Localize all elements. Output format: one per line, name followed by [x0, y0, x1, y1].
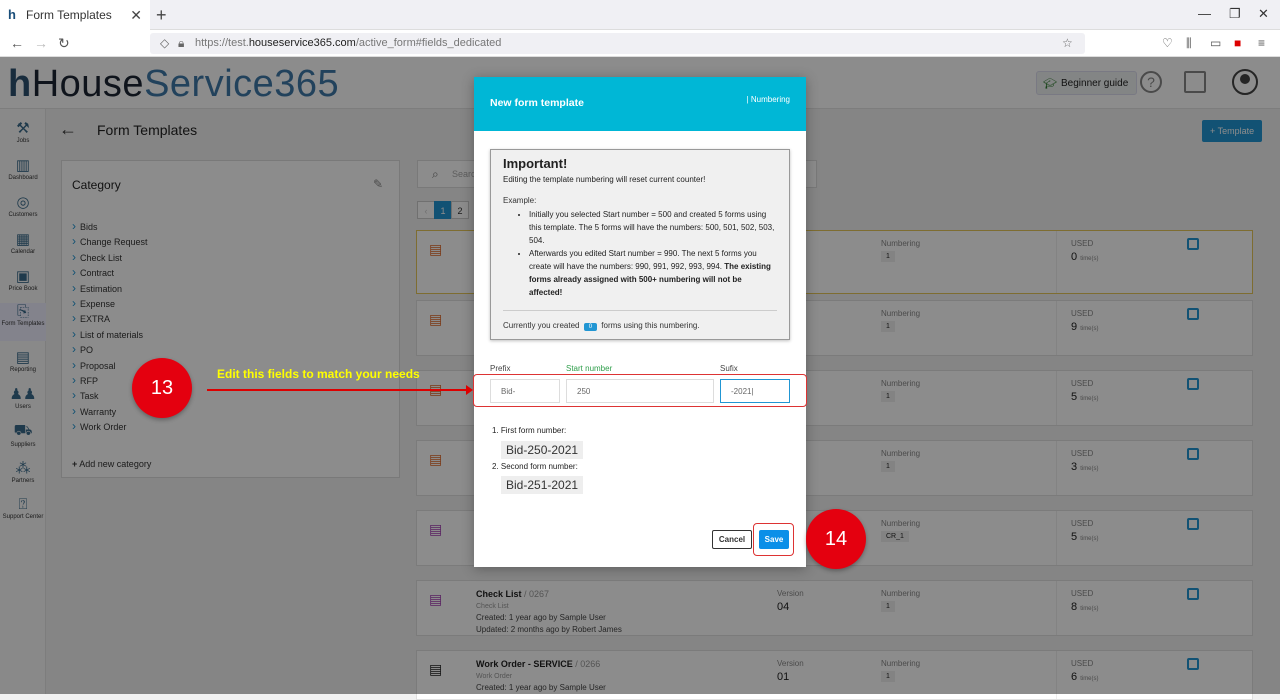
example-list: Initially you selected Start number = 50… [529, 208, 777, 299]
example-label: Example: [503, 196, 537, 205]
browser-tab[interactable]: h Form Templates ✕ [0, 0, 150, 30]
tab-title: Form Templates [26, 8, 112, 22]
new-form-template-modal: New form template | Numbering Important!… [474, 77, 806, 567]
example-bullet: Initially you selected Start number = 50… [529, 208, 777, 247]
modal-title: New form template [490, 97, 584, 109]
url-prefix: https://test. [195, 37, 249, 49]
browser-tabbar: h Form Templates ✕ + — ❐ ✕ [0, 0, 1280, 30]
save-highlight-box [753, 523, 794, 556]
url-field[interactable]: ◇ 🔒︎ https://test.houseservice365.com/ac… [150, 33, 1085, 54]
menu-icon[interactable]: ≡ [1258, 36, 1265, 50]
address-bar: ← → ↻ ◇ 🔒︎ https://test.houseservice365.… [0, 30, 1280, 57]
fields-highlight-box [473, 374, 807, 407]
pocket-icon[interactable]: ♡ [1162, 36, 1173, 50]
example-bullet: Afterwards you edited Start number = 990… [529, 247, 777, 299]
url-path: /active_form#fields_dedicated [355, 37, 502, 49]
shield-icon: ◇ [160, 36, 170, 50]
url-domain: houseservice365.com [248, 37, 356, 49]
step-13-callout: Edit this fields to match your needs [217, 367, 420, 381]
sidebar-icon[interactable]: ▭ [1210, 36, 1221, 50]
extension-icon[interactable]: ■ [1234, 36, 1241, 50]
forward-icon[interactable]: → [34, 35, 48, 51]
suffix-label: Sufix [720, 364, 738, 373]
library-icon[interactable]: ⫼ [1186, 36, 1192, 51]
step-14-marker: 14 [806, 509, 866, 569]
restore-icon[interactable]: ❐ [1229, 6, 1241, 22]
prefix-label: Prefix [490, 364, 511, 373]
minimize-icon[interactable]: — [1198, 6, 1211, 21]
step-13-marker: 13 [132, 358, 192, 418]
close-window-icon[interactable]: ✕ [1258, 6, 1269, 22]
warning-text: Editing the template numbering will rese… [503, 175, 706, 184]
important-notice: Important! Editing the template numberin… [490, 149, 790, 340]
site-favicon-icon: h [8, 7, 16, 22]
created-count-badge: 0 [583, 323, 598, 331]
modal-subtitle: | Numbering [746, 95, 790, 104]
start-number-label: Start number [566, 364, 613, 373]
modal-header: New form template | Numbering [474, 77, 806, 131]
important-title: Important! [503, 156, 568, 171]
reload-icon[interactable]: ↻ [58, 35, 70, 52]
first-form-label: 1. First form number: [492, 426, 567, 435]
lock-icon: 🔒︎ [178, 36, 185, 50]
first-form-number: Bid-250-2021 [501, 441, 584, 459]
second-form-number: Bid-251-2021 [501, 476, 584, 494]
bookmark-star-icon[interactable]: ☆ [1062, 36, 1073, 50]
close-tab-icon[interactable]: ✕ [130, 7, 142, 24]
created-count-text: Currently you created 0 forms using this… [503, 321, 700, 331]
second-form-label: 2. Second form number: [492, 462, 578, 471]
arrow-icon [207, 385, 473, 395]
cancel-button[interactable]: Cancel [712, 530, 752, 549]
new-tab-icon[interactable]: + [156, 5, 167, 26]
back-icon[interactable]: ← [10, 35, 24, 51]
